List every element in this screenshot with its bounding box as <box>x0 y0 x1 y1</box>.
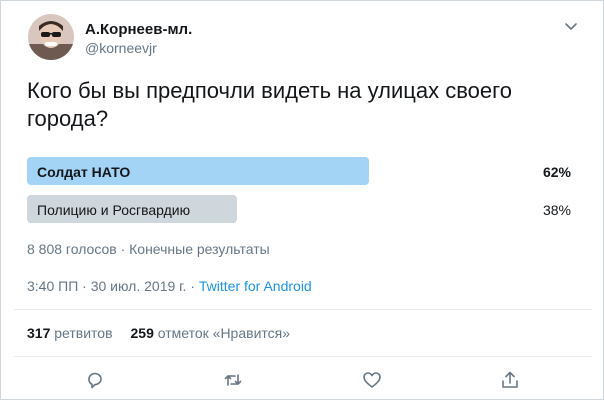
poll-meta: 8 808 голосов · Конечные результаты <box>27 241 270 257</box>
reply-icon[interactable] <box>85 370 105 390</box>
avatar-image <box>28 14 74 60</box>
poll-option-label: Полицию и Росгвардию <box>37 202 191 218</box>
tweet-text: Кого бы вы предпочли видеть на улицах св… <box>27 78 512 131</box>
chevron-down-icon[interactable] <box>564 19 578 33</box>
poll-option-percent: 62% <box>542 164 571 180</box>
tweet-stats: 317 ретвитов 259 отметок «Нравится» <box>27 325 290 341</box>
retweets-count: 317 <box>27 325 51 341</box>
divider <box>14 309 592 310</box>
retweets-label: ретвитов <box>54 325 113 341</box>
likes-label: отметок «Нравится» <box>157 325 291 341</box>
tweet-source-link[interactable]: Twitter for Android <box>199 278 312 294</box>
divider <box>14 356 592 357</box>
poll-option-label: Солдат НАТО <box>37 164 131 180</box>
poll-option-percent: 38% <box>542 202 571 218</box>
avatar[interactable] <box>28 14 74 60</box>
author-display-name[interactable]: А.Корнеев-мл. <box>85 21 192 38</box>
retweets-stat[interactable]: 317 ретвитов <box>27 325 113 341</box>
author-handle[interactable]: @korneevjr <box>85 40 157 56</box>
retweet-icon[interactable] <box>223 370 243 390</box>
tweet-timestamp: 3:40 ПП · 30 июл. 2019 г. · Twitter for … <box>27 278 312 294</box>
like-icon[interactable] <box>362 370 382 390</box>
timestamp-date[interactable]: 3:40 ПП · 30 июл. 2019 г. · <box>27 278 199 294</box>
poll-option: Полицию и Росгвардию 38% <box>27 195 575 223</box>
likes-stat[interactable]: 259 отметок «Нравится» <box>131 325 291 341</box>
share-icon[interactable] <box>500 370 520 390</box>
likes-count: 259 <box>130 325 154 341</box>
poll-option: Солдат НАТО 62% <box>27 157 575 185</box>
tweet-card: А.Корнеев-мл. @korneevjr Кого бы вы пред… <box>0 0 604 400</box>
